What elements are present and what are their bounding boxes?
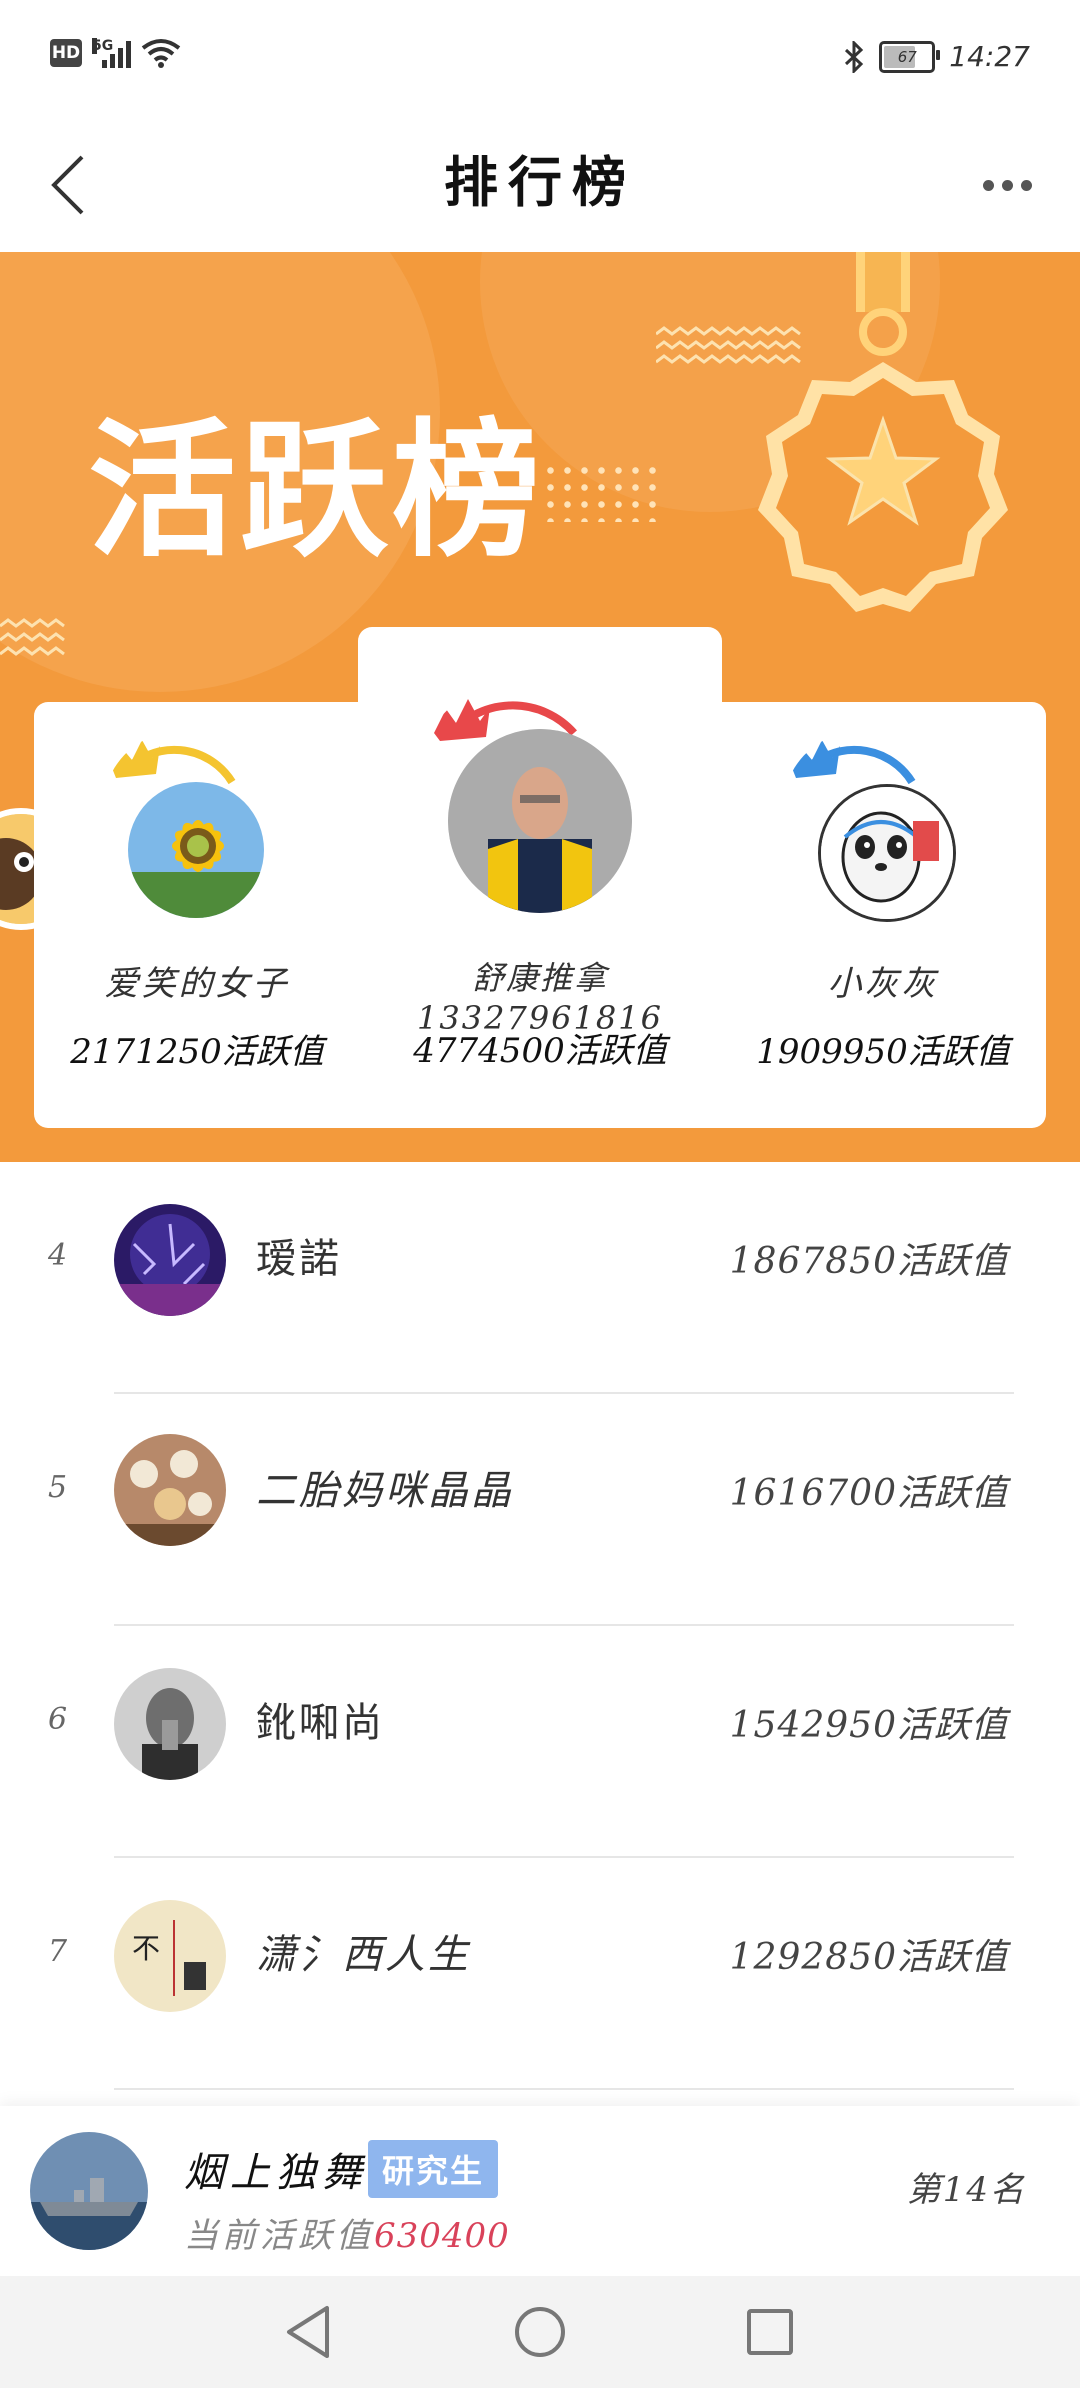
level-badge: 研究生 bbox=[368, 2140, 499, 2198]
rank-number: 6 bbox=[48, 1702, 68, 1737]
podium-score: 1909950活跃值 bbox=[756, 1032, 1010, 1072]
my-rank: 第14名 bbox=[906, 2170, 1026, 2210]
bluetooth-icon bbox=[845, 40, 864, 73]
podium-score: 4774500活跃值 bbox=[413, 1031, 667, 1071]
network-label: 5G bbox=[92, 38, 114, 54]
avatar bbox=[30, 2132, 148, 2250]
podium-third[interactable]: 小灰灰 1909950活跃值 bbox=[720, 702, 1046, 1128]
signal-icon: 5G bbox=[92, 38, 131, 68]
clock: 14:27 bbox=[949, 40, 1030, 73]
system-nav-bar bbox=[0, 2276, 1080, 2388]
divider bbox=[114, 2088, 1014, 2090]
list-item[interactable]: 6 鈋啝尚 1542950活跃值 bbox=[0, 1626, 1080, 1858]
leaderboard-banner: 活跃榜 爱笑的女子 2171250活跃值 舒康推拿13327961816 477… bbox=[0, 252, 1080, 1162]
page-title: 排行榜 bbox=[444, 150, 636, 214]
podium-score: 2171250活跃值 bbox=[70, 1032, 324, 1072]
activity-score: 1616700活跃值 bbox=[729, 1473, 1008, 1514]
rank-number: 4 bbox=[48, 1238, 68, 1273]
my-activity-value: 630400 bbox=[374, 2216, 510, 2256]
podium-first[interactable]: 舒康推拿13327961816 4774500活跃值 bbox=[358, 627, 722, 1128]
nav-recents-button[interactable] bbox=[740, 2302, 800, 2362]
avatar bbox=[818, 784, 956, 922]
more-options-button[interactable] bbox=[972, 150, 1042, 220]
avatar bbox=[114, 1434, 226, 1546]
podium-second[interactable]: 爱笑的女子 2171250活跃值 bbox=[34, 702, 360, 1128]
activity-score: 1542950活跃值 bbox=[729, 1705, 1008, 1746]
activity-score: 1867850活跃值 bbox=[729, 1241, 1008, 1282]
activity-score: 1292850活跃值 bbox=[729, 1937, 1008, 1978]
user-name: 鈋啝尚 bbox=[256, 1700, 385, 1746]
circle-home-icon bbox=[515, 2307, 565, 2357]
battery-level: 67 bbox=[897, 47, 917, 66]
avatar: 不 bbox=[114, 1900, 226, 2012]
my-activity: 当前活跃值630400 bbox=[184, 2208, 510, 2257]
status-right: 67 14:27 bbox=[843, 40, 1030, 73]
avatar bbox=[448, 729, 632, 913]
battery-icon: 67 bbox=[879, 40, 941, 73]
my-activity-label: 当前活跃值 bbox=[184, 2216, 374, 2256]
hd-icon: HD bbox=[50, 39, 82, 67]
nav-home-button[interactable] bbox=[510, 2302, 570, 2362]
user-name: 潇氵西人生 bbox=[256, 1932, 471, 1978]
medal-icon bbox=[758, 252, 1008, 612]
avatar bbox=[128, 782, 264, 918]
svg-text:不: 不 bbox=[132, 1932, 160, 1965]
podium-name: 小灰灰 bbox=[827, 964, 939, 1004]
triangle-back-icon bbox=[287, 2306, 329, 2358]
user-name: 二胎妈咪晶晶 bbox=[256, 1468, 514, 1514]
title-bar: 排行榜 bbox=[0, 120, 1080, 250]
wifi-icon bbox=[141, 39, 181, 68]
decor-dots bbox=[542, 462, 662, 522]
rank-number: 7 bbox=[48, 1934, 68, 1969]
list-item[interactable]: 4 瑷諾 1867850活跃值 bbox=[0, 1162, 1080, 1394]
user-name: 瑷諾 bbox=[256, 1236, 342, 1282]
podium-name: 爱笑的女子 bbox=[104, 964, 290, 1004]
status-bar: HD 5G 67 14:27 bbox=[0, 0, 1080, 120]
status-left: HD 5G bbox=[50, 38, 181, 68]
rank-number: 5 bbox=[48, 1470, 68, 1505]
my-rank-bar[interactable]: 烟上独舞 研究生 当前活跃值630400 第14名 bbox=[0, 2106, 1080, 2276]
avatar bbox=[114, 1668, 226, 1780]
my-name: 烟上独舞 bbox=[184, 2150, 368, 2196]
nav-back-button[interactable] bbox=[278, 2302, 338, 2362]
banner-title: 活跃榜 bbox=[88, 405, 544, 577]
list-item[interactable]: 7 不 潇氵西人生 1292850活跃值 bbox=[0, 1858, 1080, 2090]
list-item[interactable]: 5 二胎妈咪晶晶 1616700活跃值 bbox=[0, 1394, 1080, 1626]
avatar bbox=[114, 1204, 226, 1316]
square-recents-icon bbox=[747, 2309, 793, 2355]
decor-zigzag bbox=[0, 618, 65, 656]
